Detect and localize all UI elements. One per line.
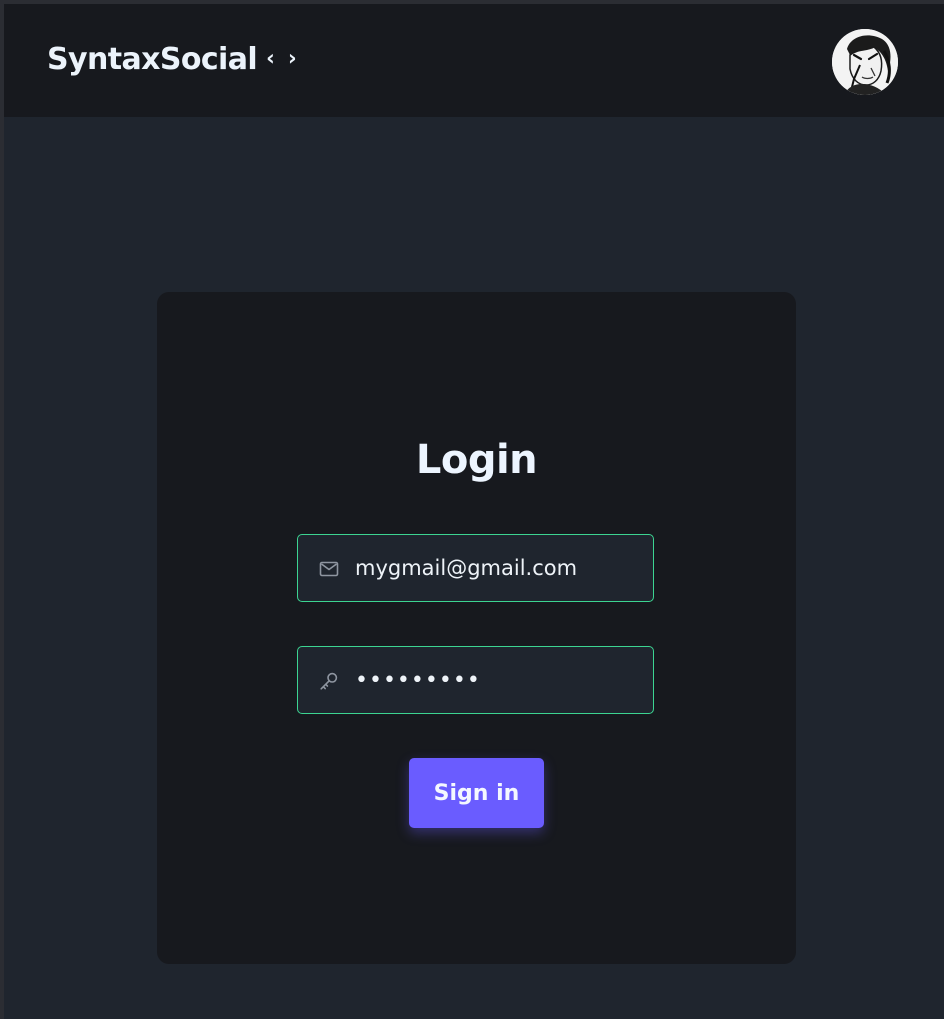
- brand-logo[interactable]: SyntaxSocial ‹ ›: [47, 42, 300, 77]
- email-input[interactable]: [355, 535, 645, 601]
- user-avatar[interactable]: [832, 29, 898, 95]
- avatar-portrait-icon: [832, 29, 898, 95]
- login-card: Login Sign in: [157, 292, 796, 964]
- password-input[interactable]: [355, 647, 645, 713]
- mail-icon: [318, 558, 340, 580]
- login-title: Login: [415, 437, 538, 483]
- key-icon: [318, 670, 340, 692]
- code-brackets-icon: ‹ ›: [266, 45, 300, 70]
- email-field[interactable]: [297, 534, 654, 602]
- brand-name: SyntaxSocial: [47, 42, 258, 77]
- password-field[interactable]: [297, 646, 654, 714]
- sign-in-button[interactable]: Sign in: [409, 758, 544, 828]
- app-window: SyntaxSocial ‹ › Login mygmail@gmail.com…: [4, 4, 944, 1019]
- top-navbar: SyntaxSocial ‹ ›: [4, 4, 944, 117]
